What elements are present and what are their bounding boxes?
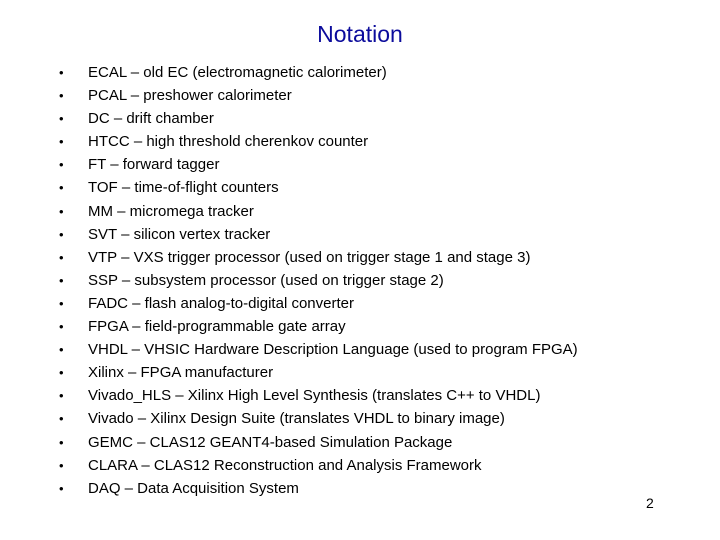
list-item-text: Xilinx – FPGA manufacturer: [88, 364, 274, 382]
list-item-text: FPGA – field-programmable gate array: [88, 318, 346, 336]
list-item-text: DAQ – Data Acquisition System: [88, 479, 299, 497]
bullet-icon: •: [59, 65, 64, 80]
list-item-text: Vivado_HLS – Xilinx High Level Synthesis…: [88, 387, 541, 405]
bullet-icon: •: [59, 480, 64, 496]
bullet-icon: •: [59, 157, 64, 173]
bullet-icon: •: [59, 88, 64, 104]
list-item-text: CLARA – CLAS12 Reconstruction and Analys…: [88, 456, 482, 474]
page-number: 2: [646, 495, 654, 511]
list-item-text: SSP – subsystem processor (used on trigg…: [88, 271, 444, 289]
bullet-icon: •: [59, 365, 64, 381]
list-item-text: ECAL – old EC (electromagnetic calorimet…: [88, 64, 387, 81]
bullet-icon: •: [59, 434, 64, 450]
list-item-text: PCAL – preshower calorimeter: [88, 87, 292, 105]
list-item-text: SVT – silicon vertex tracker: [88, 225, 271, 243]
bullet-icon: •: [59, 411, 64, 427]
list-item-text: HTCC – high threshold cherenkov counter: [88, 133, 369, 151]
slide: Notation • ECAL – old EC (electromagnetic…: [0, 0, 720, 540]
bullet-icon: •: [59, 226, 64, 242]
bullet-icon: •: [59, 180, 64, 196]
slide-title: Notation: [317, 21, 403, 47]
list-item-text: FT – forward tagger: [88, 156, 220, 174]
bullet-icon: •: [59, 111, 64, 127]
bullet-icon: •: [59, 388, 64, 404]
bullet-icon: •: [59, 134, 64, 150]
list-item-text: TOF – time-of-flight counters: [88, 179, 279, 197]
bullet-icon: •: [59, 319, 64, 335]
list-item-text: FADC – flash analog-to-digital converter: [88, 294, 354, 312]
bullet-icon: •: [59, 295, 64, 311]
list-item-text: DC – drift chamber: [88, 110, 214, 128]
bullet-icon: •: [59, 342, 64, 358]
list-item-text: GEMC – CLAS12 GEANT4-based Simulation Pa…: [88, 433, 453, 451]
list-item-text: VHDL – VHSIC Hardware Description Langua…: [88, 341, 578, 359]
bullet-icon: •: [59, 457, 64, 473]
list-item-text: MM – micromega tracker: [88, 202, 254, 220]
list-item-text: Vivado – Xilinx Design Suite (translates…: [88, 410, 505, 428]
bullet-icon: •: [59, 203, 64, 219]
bullet-icon: •: [59, 249, 64, 265]
bullet-icon: •: [59, 272, 64, 288]
list-item-text: VTP – VXS trigger processor (used on tri…: [88, 248, 531, 266]
